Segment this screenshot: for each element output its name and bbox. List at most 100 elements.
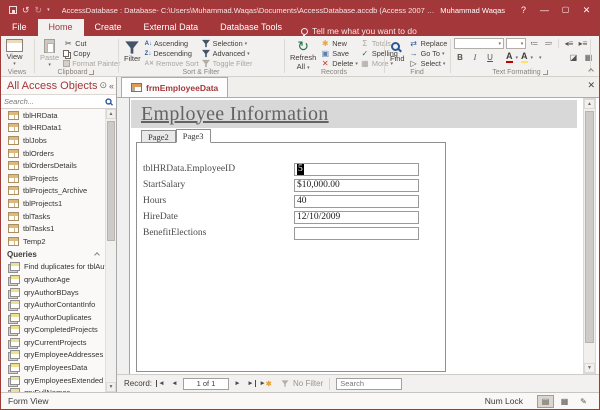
datasheet-formatting-icon[interactable]: ◪ (568, 52, 580, 63)
goto-button[interactable]: → Go To ▾ (409, 49, 448, 58)
nav-item-table[interactable]: tblProjects (1, 172, 105, 185)
new-blank-record-button[interactable]: ►✱ (260, 378, 271, 390)
nav-item-query[interactable]: qryAuthorDuplicates (1, 311, 105, 324)
highlight-color-icon[interactable]: A (521, 52, 528, 63)
nav-scrollbar[interactable]: ▲ ▼ (105, 109, 116, 392)
nav-item-table[interactable]: Temp2 (1, 235, 105, 248)
select-button[interactable]: ▷ Select ▾ (409, 59, 448, 68)
gridlines-icon[interactable]: ▦ (583, 52, 595, 63)
remove-sort-button[interactable]: A✕ Remove Sort (145, 59, 199, 68)
decrease-indent-icon[interactable]: ◂≡ (563, 38, 575, 49)
numbering-icon[interactable]: ≕ (542, 38, 554, 49)
scroll-down-icon[interactable]: ▼ (584, 363, 595, 373)
nav-item-query[interactable]: qryAuthorAge (1, 273, 105, 286)
ascending-button[interactable]: A↓ Ascending (145, 39, 199, 48)
record-selector-bar[interactable] (117, 98, 130, 374)
doc-tab-frmEmployeeData[interactable]: frmEmployeeData (121, 77, 228, 97)
tab-database-tools[interactable]: Database Tools (209, 19, 293, 36)
scroll-down-icon[interactable]: ▼ (106, 382, 116, 392)
nav-item-query[interactable]: qryEmployeesExtended (1, 374, 105, 387)
nav-item-query[interactable]: qryEmployeeAddresses (1, 349, 105, 362)
account-user-name[interactable]: Muhammad Waqas (440, 6, 505, 15)
font-color-icon[interactable]: A (506, 52, 513, 63)
cut-button[interactable]: ✂ Cut (63, 39, 120, 48)
maximize-button[interactable]: ▢ (557, 2, 574, 18)
tab-page3[interactable]: Page3 (176, 129, 211, 143)
nav-item-table[interactable]: tblProjects1 (1, 197, 105, 210)
form-scrollbar[interactable]: ▲ ▼ (583, 98, 596, 374)
bold-button[interactable]: B (454, 52, 466, 63)
hours-textbox[interactable]: 40 (294, 195, 419, 208)
descending-button[interactable]: Z↓ Descending (145, 49, 199, 58)
new-record-button[interactable]: ✱ New (320, 39, 358, 48)
collapse-ribbon-button[interactable] (587, 66, 594, 73)
record-search-input[interactable] (336, 378, 402, 390)
employeeid-textbox[interactable]: 5 (294, 163, 419, 176)
nav-item-query[interactable]: qryAuthorContantInfo (1, 298, 105, 311)
form-view-button[interactable]: ▤ (537, 395, 554, 408)
nav-section-queries[interactable]: Queries (1, 248, 105, 261)
save-icon[interactable] (9, 6, 17, 14)
nav-item-table[interactable]: tblOrdersDetails (1, 159, 105, 172)
save-record-button[interactable]: ▣ Save (320, 49, 358, 58)
format-painter-button[interactable]: Format Painter (63, 59, 120, 68)
record-position[interactable]: 1 of 1 (183, 378, 229, 390)
scroll-up-icon[interactable]: ▲ (106, 109, 116, 119)
last-record-button[interactable]: ► (246, 378, 257, 390)
find-button[interactable]: Find (388, 38, 407, 65)
refresh-all-button[interactable]: ↻ Refresh All ▾ (288, 38, 318, 65)
startsalary-textbox[interactable]: $10,000.00 (294, 179, 419, 192)
underline-button[interactable]: U (484, 52, 496, 63)
filter-status[interactable]: No Filter (280, 378, 323, 389)
close-button[interactable]: ✕ (578, 2, 595, 18)
hiredate-textbox[interactable]: 12/10/2009 (294, 211, 419, 224)
tab-external-data[interactable]: External Data (133, 19, 210, 36)
delete-record-button[interactable]: ✕ Delete ▾ (320, 59, 358, 68)
design-view-button[interactable]: ✎ (575, 395, 592, 408)
advanced-button[interactable]: Advanced ▾ (201, 49, 253, 58)
nav-item-table[interactable]: tblHRData1 (1, 122, 105, 135)
replace-button[interactable]: ⇄ Replace (409, 39, 448, 48)
nav-menu-icon[interactable]: ⊙ (99, 80, 107, 91)
close-document-icon[interactable]: ✕ (587, 81, 595, 90)
minimize-button[interactable]: — (536, 2, 553, 18)
view-button[interactable]: View ▾ (4, 38, 25, 65)
benefitelections-textbox[interactable] (294, 227, 419, 240)
scroll-up-icon[interactable]: ▲ (584, 99, 595, 109)
nav-item-query[interactable]: qryCompletedProjects (1, 324, 105, 337)
tab-home[interactable]: Home (38, 19, 84, 36)
increase-indent-icon[interactable]: ▸≡ (577, 38, 589, 49)
selection-button[interactable]: Selection ▾ (201, 39, 253, 48)
nav-search-input[interactable] (4, 96, 104, 108)
help-button[interactable]: ? (515, 2, 532, 18)
dialog-launcher-icon[interactable] (89, 70, 94, 75)
nav-scrollbar-thumb[interactable] (107, 121, 115, 241)
nav-item-table[interactable]: tblHRData (1, 109, 105, 122)
bullets-icon[interactable]: ≔ (528, 38, 540, 49)
copy-button[interactable]: Copy (63, 49, 120, 58)
nav-item-table[interactable]: tblOrders (1, 147, 105, 160)
dialog-launcher-icon[interactable] (543, 70, 548, 75)
first-record-button[interactable]: ◄ (155, 378, 166, 390)
undo-icon[interactable]: ↺ (22, 6, 30, 15)
paste-button[interactable]: Paste ▾ (38, 38, 61, 65)
nav-item-table[interactable]: tblProjects_Archive (1, 185, 105, 198)
tab-file[interactable]: File (1, 19, 38, 36)
datasheet-view-button[interactable]: ▦ (556, 395, 573, 408)
filter-button[interactable]: Filter (122, 38, 143, 65)
nav-item-query[interactable]: qryCurrentProjects (1, 336, 105, 349)
tell-me-box[interactable]: Tell me what you want to do (293, 26, 425, 36)
next-record-button[interactable]: ► (232, 378, 243, 390)
nav-item-table[interactable]: tblTasks (1, 210, 105, 223)
nav-item-table[interactable]: tblTasks1 (1, 222, 105, 235)
nav-item-query[interactable]: qryEmployeesData (1, 361, 105, 374)
nav-item-query[interactable]: Find duplicates for tblAuthors (1, 261, 105, 274)
toggle-filter-button[interactable]: Toggle Filter (201, 59, 253, 68)
shutter-close-icon[interactable]: « (109, 81, 114, 91)
nav-item-table[interactable]: tblJobs (1, 134, 105, 147)
font-size-combobox[interactable]: ▾ (506, 38, 526, 49)
qat-customize-icon[interactable]: ▾ (47, 7, 50, 13)
redo-icon[interactable]: ↻ (35, 6, 43, 15)
nav-item-query[interactable]: qryAuthorBDays (1, 286, 105, 299)
form-scrollbar-thumb[interactable] (585, 111, 594, 343)
